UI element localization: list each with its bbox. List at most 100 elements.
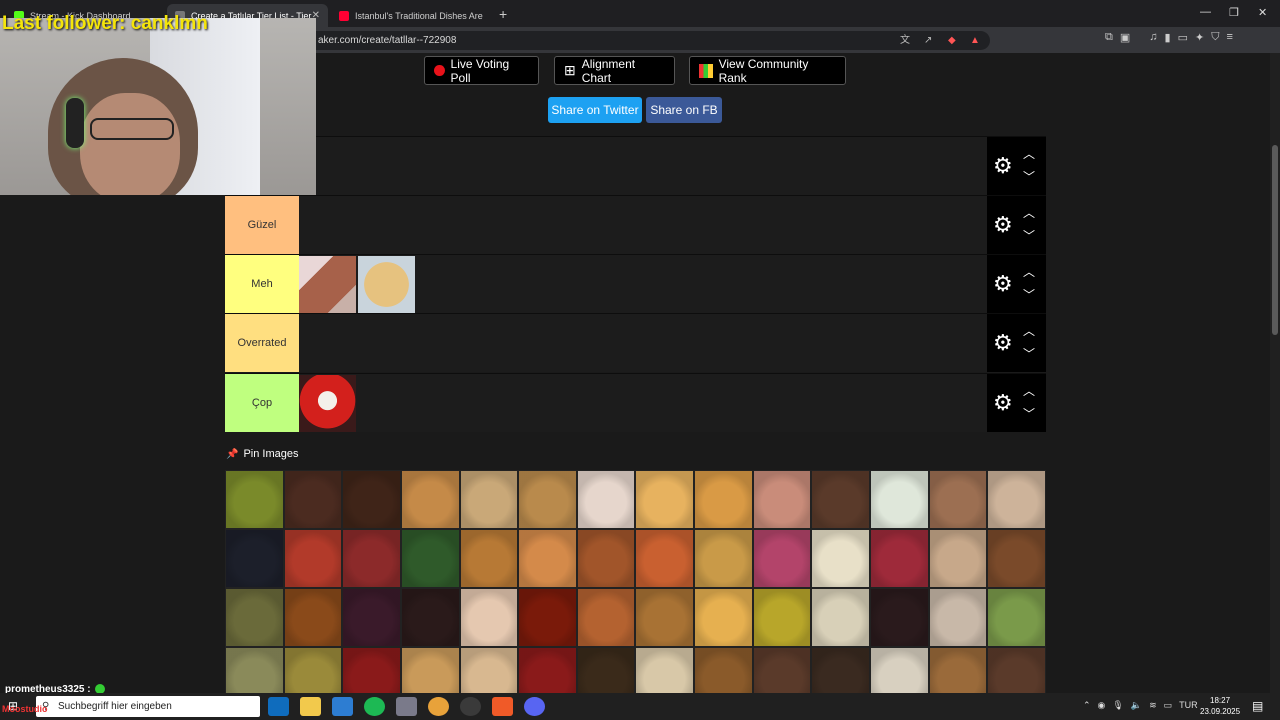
pool-image[interactable] — [869, 588, 929, 647]
chrome-icon[interactable] — [428, 697, 449, 716]
menu-icon[interactable]: ≡ — [1226, 31, 1232, 44]
chevron-up-tray-icon[interactable]: ⌃ — [1083, 700, 1091, 711]
pool-image[interactable] — [928, 588, 988, 647]
alignment-chart-button[interactable]: ⊞ Alignment Chart — [554, 56, 675, 85]
restore-icon[interactable]: ❐ — [1229, 6, 1239, 19]
brave-icon[interactable] — [492, 697, 513, 716]
pool-image[interactable] — [928, 470, 988, 529]
tier-item-image[interactable] — [299, 256, 356, 313]
minimize-icon[interactable]: — — [1200, 6, 1211, 18]
pool-image[interactable] — [576, 647, 636, 693]
gear-icon[interactable]: ⚙ — [993, 332, 1013, 354]
gear-icon[interactable]: ⚙ — [993, 214, 1013, 236]
pool-image[interactable] — [811, 529, 870, 588]
pool-image[interactable] — [869, 647, 929, 693]
media-icon[interactable]: ♫ — [1149, 31, 1157, 44]
close-window-icon[interactable]: ✕ — [1258, 6, 1267, 19]
chevron-up-icon[interactable]: ︿ — [1023, 145, 1035, 162]
pool-image[interactable] — [576, 470, 636, 529]
pool-image[interactable] — [635, 529, 694, 588]
share-fb-button[interactable]: Share on FB — [646, 97, 722, 123]
pool-image[interactable] — [459, 529, 519, 588]
edge-icon[interactable] — [268, 697, 289, 716]
tray-app-icon[interactable]: ◉ — [1098, 700, 1106, 711]
pool-image[interactable] — [225, 529, 284, 588]
pool-image[interactable] — [283, 647, 343, 693]
pool-image[interactable] — [459, 470, 519, 529]
tier-label[interactable]: Çop — [225, 374, 299, 432]
share-twitter-button[interactable]: Share on Twitter — [548, 97, 642, 123]
pool-image[interactable] — [400, 588, 460, 647]
pool-image[interactable] — [342, 647, 401, 693]
translate-icon[interactable]: 文 — [900, 31, 910, 50]
pool-image[interactable] — [518, 588, 577, 647]
taskbar-search-input[interactable]: ⚲ Suchbegriff hier eingeben — [36, 696, 260, 717]
pool-image[interactable] — [400, 529, 460, 588]
chevron-down-icon[interactable]: ﹀ — [1023, 227, 1035, 244]
vpn-icon[interactable]: ⛉ — [1211, 31, 1219, 44]
obs-icon[interactable] — [460, 697, 481, 716]
pool-image[interactable] — [518, 470, 577, 529]
pool-image[interactable] — [635, 470, 694, 529]
pool-image[interactable] — [811, 588, 870, 647]
pool-image[interactable] — [869, 470, 929, 529]
store-icon[interactable] — [332, 697, 353, 716]
new-tab-icon[interactable]: + — [499, 6, 507, 22]
pool-image[interactable] — [694, 529, 753, 588]
share-icon[interactable]: ↗ — [924, 31, 932, 50]
notification-icon[interactable]: ▤ — [1252, 699, 1263, 713]
tier-item-image[interactable] — [299, 375, 356, 432]
pool-image[interactable] — [576, 529, 636, 588]
pool-image[interactable] — [283, 529, 343, 588]
pool-image[interactable] — [283, 588, 343, 647]
pool-image[interactable] — [400, 470, 460, 529]
leo-icon[interactable]: ✦ — [1195, 31, 1204, 44]
pool-image[interactable] — [811, 647, 870, 693]
pool-image[interactable] — [811, 470, 870, 529]
live-voting-poll-button[interactable]: Live Voting Poll — [424, 56, 539, 85]
pool-image[interactable] — [283, 470, 343, 529]
tier-label[interactable]: Meh — [225, 255, 299, 313]
pin-images-toggle[interactable]: 📌 Pin Images — [226, 448, 298, 460]
discord-icon[interactable] — [524, 697, 545, 716]
pool-image[interactable] — [518, 529, 577, 588]
pool-image[interactable] — [987, 647, 1046, 693]
pool-image[interactable] — [752, 470, 812, 529]
volume-icon[interactable]: 🔈 — [1131, 700, 1142, 711]
pool-image[interactable] — [694, 647, 753, 693]
pool-image[interactable] — [576, 588, 636, 647]
tier-label[interactable]: Overrated — [225, 314, 299, 372]
pool-image[interactable] — [225, 647, 284, 693]
pool-image[interactable] — [400, 647, 460, 693]
pool-image[interactable] — [752, 588, 812, 647]
scrollbar-thumb[interactable] — [1272, 145, 1278, 335]
pool-image[interactable] — [635, 588, 694, 647]
pool-image[interactable] — [694, 470, 753, 529]
pool-image[interactable] — [928, 529, 988, 588]
pool-image[interactable] — [459, 588, 519, 647]
pool-image[interactable] — [987, 529, 1046, 588]
chevron-down-icon[interactable]: ﹀ — [1023, 405, 1035, 422]
calculator-icon[interactable] — [396, 697, 417, 716]
pool-image[interactable] — [459, 647, 519, 693]
pool-image[interactable] — [752, 647, 812, 693]
community-rank-button[interactable]: View Community Rank — [689, 56, 846, 85]
chevron-down-icon[interactable]: ﹀ — [1023, 286, 1035, 303]
wifi-icon[interactable]: ≋ — [1149, 700, 1157, 711]
pool-image[interactable] — [869, 529, 929, 588]
clock[interactable]: 18:27 23.09.2025 — [1200, 695, 1240, 717]
chevron-down-icon[interactable]: ﹀ — [1023, 168, 1035, 185]
pool-image[interactable] — [225, 588, 284, 647]
pool-image[interactable] — [752, 529, 812, 588]
rewards-icon[interactable]: ▲ — [970, 31, 980, 50]
language-indicator[interactable]: TUR — [1179, 700, 1198, 711]
chevron-up-icon[interactable]: ︿ — [1023, 382, 1035, 399]
extensions-icon[interactable]: ⧉ — [1105, 31, 1113, 44]
pool-image[interactable] — [342, 470, 401, 529]
spotify-icon[interactable] — [364, 697, 385, 716]
pool-image[interactable] — [518, 647, 577, 693]
tier-label[interactable]: Güzel — [225, 196, 299, 254]
tier-item-image[interactable] — [358, 256, 415, 313]
pool-image[interactable] — [225, 470, 284, 529]
chevron-up-icon[interactable]: ︿ — [1023, 322, 1035, 339]
